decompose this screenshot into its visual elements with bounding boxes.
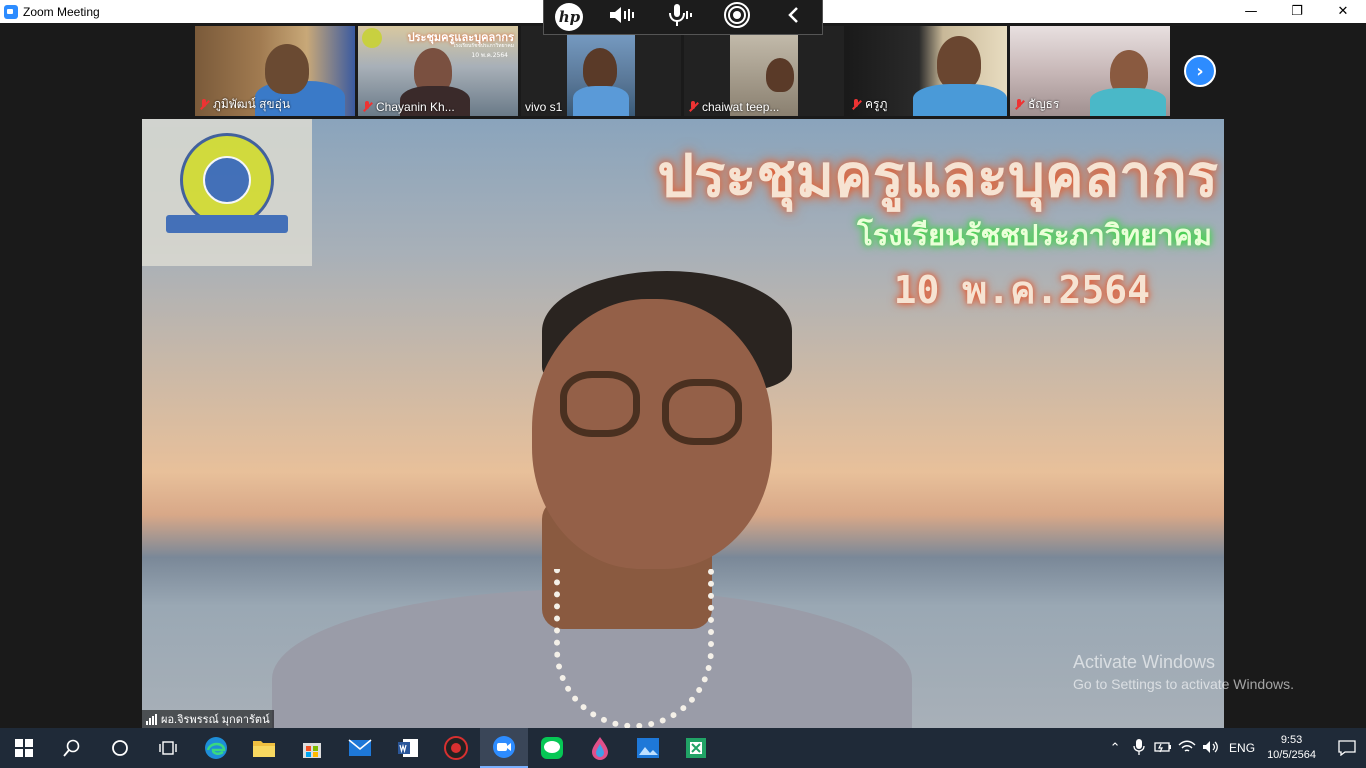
slide-date: 10 พ.ค.2564 [471, 52, 508, 59]
system-tray: ⌃ ENG 9:53 10/5/2564 [1103, 728, 1366, 768]
participant-video [913, 84, 1007, 116]
maximize-button[interactable]: ❐ [1274, 0, 1320, 23]
participant-name: Chayanin Kh... [376, 100, 455, 114]
excel-icon[interactable] [672, 728, 720, 768]
close-button[interactable]: ✕ [1320, 0, 1366, 23]
store-icon[interactable] [288, 728, 336, 768]
participant-face [583, 48, 617, 90]
zoom-icon[interactable] [480, 728, 528, 768]
active-speaker-video[interactable]: ประชุมครูและบุคลากร โรงเรียนรัชชประภาวิท… [142, 119, 1224, 728]
connection-signal-icon [146, 713, 157, 725]
mail-icon[interactable] [336, 728, 384, 768]
next-page-button[interactable]: › [1184, 55, 1216, 87]
paint-icon[interactable] [576, 728, 624, 768]
glasses [560, 371, 640, 437]
presenter-face [532, 299, 772, 569]
speaker-icon[interactable] [606, 4, 640, 31]
participant-video [1090, 88, 1166, 116]
participant-name: ภูมิพัฒน์ สุขอุ่น [213, 97, 291, 111]
hp-audio-toolbar: hp [543, 0, 823, 35]
app-red-icon[interactable] [432, 728, 480, 768]
mic-muted-icon [688, 101, 698, 113]
hp-logo: hp [555, 3, 584, 31]
microphone-icon[interactable] [663, 3, 697, 32]
school-logo [142, 119, 312, 266]
mic-muted-icon [199, 98, 209, 111]
presenter-name: ผอ.จิรพรรณ์ มุกดารัตน์ [161, 714, 270, 726]
microphone-tray-icon[interactable] [1127, 738, 1151, 758]
participant-face [766, 58, 794, 92]
school-name: โรงเรียนรัชชประภาวิทยาคม [857, 218, 1212, 252]
glasses [662, 379, 742, 445]
line-icon[interactable] [528, 728, 576, 768]
windows-start-icon[interactable] [0, 728, 48, 768]
necklace [554, 569, 714, 728]
language-indicator[interactable]: ENG [1229, 741, 1255, 755]
word-icon[interactable] [384, 728, 432, 768]
cortana-icon[interactable] [96, 728, 144, 768]
school-logo-icon [362, 28, 382, 48]
battery-icon[interactable] [1151, 741, 1175, 756]
meeting-title: ประชุมครูและบุคลากร [657, 142, 1218, 210]
participant-tile[interactable]: vivo s1 [521, 26, 681, 116]
participant-name: chaiwat teep... [702, 100, 780, 114]
chevron-up-icon[interactable]: ⌃ [1103, 740, 1127, 756]
broadcast-icon[interactable] [720, 1, 754, 33]
window-title: Zoom Meeting [23, 4, 100, 19]
participant-shirt [573, 86, 629, 116]
system-clock[interactable]: 9:53 10/5/2564 [1267, 733, 1316, 763]
notification-icon[interactable] [1328, 728, 1366, 768]
mic-muted-icon [362, 101, 372, 113]
participant-name: ธัญธร [1028, 97, 1060, 111]
mic-muted-icon [851, 98, 861, 111]
participant-tile[interactable]: chaiwat teep... [684, 26, 844, 116]
volume-icon[interactable] [1199, 740, 1223, 757]
participant-tile[interactable]: ธัญธร [1010, 26, 1170, 116]
edge-icon[interactable] [192, 728, 240, 768]
search-icon[interactable] [48, 728, 96, 768]
mic-muted-icon [1014, 98, 1024, 111]
photos-icon[interactable] [624, 728, 672, 768]
participant-name: ครูภู [865, 97, 888, 111]
activate-windows-watermark: Activate Windows Go to Settings to activ… [1073, 652, 1294, 692]
windows-taskbar: ⌃ ENG 9:53 10/5/2564 [0, 728, 1366, 768]
participant-tile[interactable]: ประชุมครูและบุคลากร โรงเรียนรัชชประภาวิท… [358, 26, 518, 116]
chevron-right-icon: › [1196, 60, 1204, 82]
participant-face [265, 44, 309, 94]
participant-name: vivo s1 [525, 100, 563, 114]
meeting-date: 10 พ.ค.2564 [893, 268, 1150, 312]
file-explorer-icon[interactable] [240, 728, 288, 768]
participant-face [937, 36, 981, 90]
chevron-left-icon[interactable] [777, 4, 811, 31]
task-view-icon[interactable] [144, 728, 192, 768]
slide-school: โรงเรียนรัชชประภาวิทยาคม [452, 43, 514, 49]
participant-tile[interactable]: ครูภู [847, 26, 1007, 116]
wifi-icon[interactable] [1175, 740, 1199, 757]
minimize-button[interactable]: — [1228, 0, 1274, 23]
school-emblem-icon [180, 133, 274, 227]
zoom-app-icon [4, 4, 18, 19]
window-controls: — ❐ ✕ [1228, 0, 1366, 23]
participant-tile[interactable]: ภูมิพัฒน์ สุขอุ่น [195, 26, 355, 116]
participant-thumbnail-strip: ภูมิพัฒน์ สุขอุ่น ประชุมครูและบุคลากร โร… [0, 26, 1366, 116]
presenter-name-tag: ผอ.จิรพรรณ์ มุกดารัตน์ [142, 710, 274, 728]
